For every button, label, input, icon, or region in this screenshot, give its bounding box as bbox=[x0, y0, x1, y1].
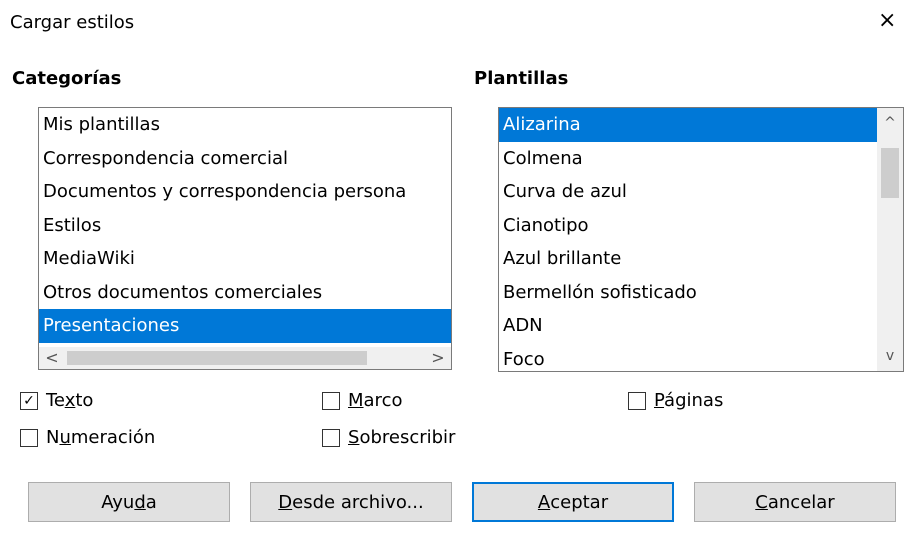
dialog-title: Cargar estilos bbox=[10, 12, 135, 33]
template-list-item[interactable]: Bermellón sofisticado bbox=[499, 276, 877, 310]
categories-listbox[interactable]: Mis plantillas Correspondencia comercial D… bbox=[38, 107, 452, 370]
checkmark-icon[interactable]: ✓ bbox=[20, 391, 38, 410]
template-list-item[interactable]: Curva de azul bbox=[499, 175, 877, 209]
texto-checkbox[interactable]: ✓ Texto bbox=[20, 390, 93, 411]
numeracion-checkbox[interactable]: Numeración bbox=[20, 427, 155, 448]
numeracion-label: Numeración bbox=[46, 427, 156, 448]
category-list-item[interactable]: Correspondencia comercial bbox=[39, 142, 451, 176]
category-list-item[interactable]: Otros documentos comerciales bbox=[39, 276, 451, 310]
templates-list: Alizarina Colmena Curva de azul Cianotipo Az… bbox=[499, 108, 877, 372]
category-list-item[interactable]: Mis plantillas bbox=[39, 108, 451, 142]
category-list-item[interactable]: Presentaciones bbox=[39, 309, 451, 343]
sobrescribir-checkbox[interactable]: Sobrescribir bbox=[322, 427, 455, 448]
template-list-item[interactable]: Colmena bbox=[499, 142, 877, 176]
cancelar-button[interactable]: Cancelar bbox=[694, 482, 896, 522]
category-list-item[interactable]: Documentos y correspondencia persona bbox=[39, 175, 451, 209]
scroll-up-icon[interactable]: ^ bbox=[877, 112, 903, 134]
texto-label: Texto bbox=[46, 390, 94, 411]
templates-listbox[interactable]: Alizarina Colmena Curva de azul Cianotipo Az… bbox=[498, 107, 904, 372]
marco-label: Marco bbox=[348, 390, 403, 411]
templates-label: Plantillas bbox=[474, 68, 569, 89]
paginas-label: Páginas bbox=[654, 390, 724, 411]
close-icon[interactable]: × bbox=[878, 10, 896, 32]
categories-hscrollbar[interactable]: < > bbox=[39, 347, 451, 369]
scroll-right-icon[interactable]: > bbox=[425, 347, 451, 369]
template-list-item[interactable]: Cianotipo bbox=[499, 209, 877, 243]
desde-archivo-button[interactable]: Desde archivo... bbox=[250, 482, 452, 522]
sobrescribir-label: Sobrescribir bbox=[348, 427, 456, 448]
template-list-item[interactable]: ADN bbox=[499, 309, 877, 343]
scroll-down-icon[interactable]: v bbox=[877, 345, 903, 367]
template-list-item[interactable]: Alizarina bbox=[499, 108, 877, 142]
template-list-item[interactable]: Azul brillante bbox=[499, 242, 877, 276]
paginas-checkbox[interactable]: Páginas bbox=[628, 390, 723, 411]
template-list-item[interactable]: Foco bbox=[499, 343, 877, 372]
checkbox-icon[interactable] bbox=[628, 391, 646, 410]
marco-checkbox[interactable]: Marco bbox=[322, 390, 402, 411]
categories-list: Mis plantillas Correspondencia comercial D… bbox=[39, 108, 451, 343]
checkbox-icon[interactable] bbox=[20, 428, 38, 447]
templates-vscrollbar[interactable]: ^ v bbox=[877, 108, 903, 371]
vscroll-thumb[interactable] bbox=[881, 148, 899, 198]
checkbox-icon[interactable] bbox=[322, 391, 340, 410]
ayuda-button[interactable]: Ayu d a bbox=[28, 482, 230, 522]
category-list-item[interactable]: MediaWiki bbox=[39, 242, 451, 276]
checkbox-icon[interactable] bbox=[322, 428, 340, 447]
aceptar-button[interactable]: Aceptar bbox=[472, 482, 674, 522]
scroll-left-icon[interactable]: < bbox=[39, 347, 65, 369]
category-list-item[interactable]: Estilos bbox=[39, 209, 451, 243]
categories-label: Categorías bbox=[12, 68, 122, 89]
hscroll-thumb[interactable] bbox=[67, 351, 367, 365]
